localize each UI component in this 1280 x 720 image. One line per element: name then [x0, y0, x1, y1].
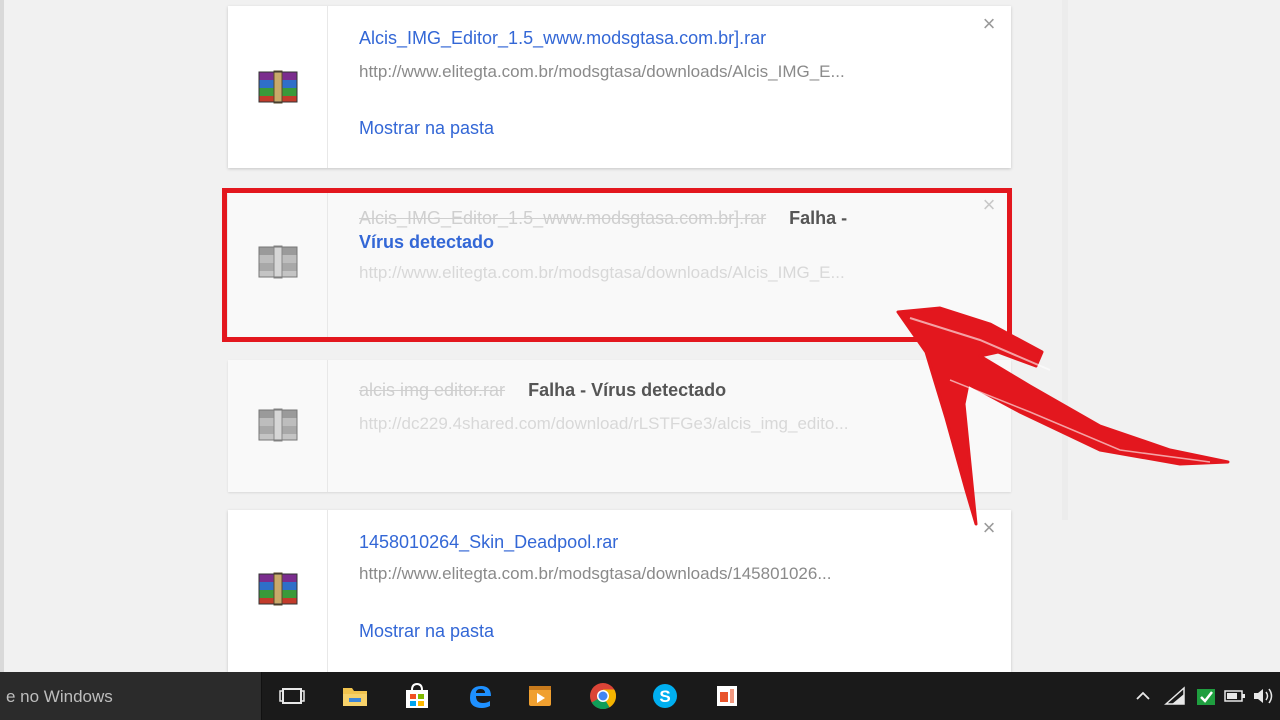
windows-taskbar: e no Windows S — [0, 672, 1280, 720]
left-border — [0, 0, 4, 672]
failure-status-continued: Vírus detectado — [359, 232, 495, 252]
download-item: Alcis_IMG_Editor_1.5_www.modsgtasa.com.b… — [228, 6, 1011, 168]
source-url: http://www.elitegta.com.br/modsgtasa/dow… — [359, 263, 845, 282]
source-url: http://www.elitegta.com.br/modsgtasa/dow… — [359, 564, 832, 583]
download-item-failed: alcis img editor.rar Falha - Vírus detec… — [228, 360, 1011, 492]
failure-status: Falha - — [789, 208, 848, 228]
source-url: http://www.elitegta.com.br/modsgtasa/dow… — [359, 62, 845, 81]
failure-status: Falha - Vírus detectado — [528, 380, 727, 400]
office-icon[interactable] — [711, 680, 743, 712]
skype-icon[interactable]: S — [649, 680, 681, 712]
search-placeholder: e no Windows — [6, 687, 113, 706]
item-content: alcis img editor.rar Falha - Vírus detec… — [359, 360, 951, 492]
remove-item-close-icon[interactable]: × — [979, 369, 999, 391]
item-content: 1458010264_Skin_Deadpool.rar http://www.… — [359, 510, 951, 672]
battery-icon[interactable] — [1224, 688, 1246, 704]
item-content: Alcis_IMG_Editor_1.5_www.modsgtasa.com.b… — [359, 193, 951, 338]
show-in-folder-link[interactable]: Mostrar na pasta — [359, 621, 494, 642]
cortana-search-box[interactable]: e no Windows — [0, 672, 262, 720]
task-view-icon[interactable] — [276, 680, 308, 712]
volume-icon[interactable] — [1252, 686, 1276, 706]
source-url: http://dc229.4shared.com/download/rLSTFG… — [359, 414, 849, 433]
icon-column — [228, 6, 328, 168]
show-hidden-icons-chevron-up-icon[interactable] — [1134, 688, 1152, 704]
remove-item-close-icon[interactable]: × — [979, 517, 999, 539]
download-item-failed: Alcis_IMG_Editor_1.5_www.modsgtasa.com.b… — [228, 193, 1011, 338]
icon-column — [228, 360, 328, 492]
downloads-page: Alcis_IMG_Editor_1.5_www.modsgtasa.com.b… — [0, 0, 1280, 672]
show-in-folder-link[interactable]: Mostrar na pasta — [359, 118, 494, 139]
svg-text:S: S — [659, 687, 670, 706]
failed-title-row: alcis img editor.rar Falha - Vírus detec… — [359, 380, 726, 401]
item-content: Alcis_IMG_Editor_1.5_www.modsgtasa.com.b… — [359, 6, 951, 168]
archive-icon-grey — [258, 408, 298, 442]
archive-icon-grey — [258, 245, 298, 279]
failed-title-row: Alcis_IMG_Editor_1.5_www.modsgtasa.com.b… — [359, 208, 847, 229]
right-shadow — [1062, 0, 1068, 520]
winrar-archive-icon — [258, 572, 298, 606]
security-check-icon[interactable] — [1194, 684, 1218, 708]
store-icon[interactable] — [401, 680, 433, 712]
file-name-struck: alcis img editor.rar — [359, 380, 506, 400]
edge-icon[interactable] — [464, 680, 496, 712]
media-player-icon[interactable] — [524, 680, 556, 712]
icon-column — [228, 193, 328, 338]
chrome-icon[interactable] — [587, 680, 619, 712]
file-name-link[interactable]: 1458010264_Skin_Deadpool.rar — [359, 532, 618, 553]
file-name-struck: Alcis_IMG_Editor_1.5_www.modsgtasa.com.b… — [359, 208, 767, 228]
icon-column — [228, 510, 328, 672]
file-name-link[interactable]: Alcis_IMG_Editor_1.5_www.modsgtasa.com.b… — [359, 28, 766, 49]
file-explorer-icon[interactable] — [339, 680, 371, 712]
network-icon[interactable] — [1164, 686, 1186, 706]
download-item: 1458010264_Skin_Deadpool.rar http://www.… — [228, 510, 1011, 672]
remove-item-close-icon[interactable]: × — [979, 194, 999, 216]
remove-item-close-icon[interactable]: × — [979, 13, 999, 35]
winrar-archive-icon — [258, 70, 298, 104]
